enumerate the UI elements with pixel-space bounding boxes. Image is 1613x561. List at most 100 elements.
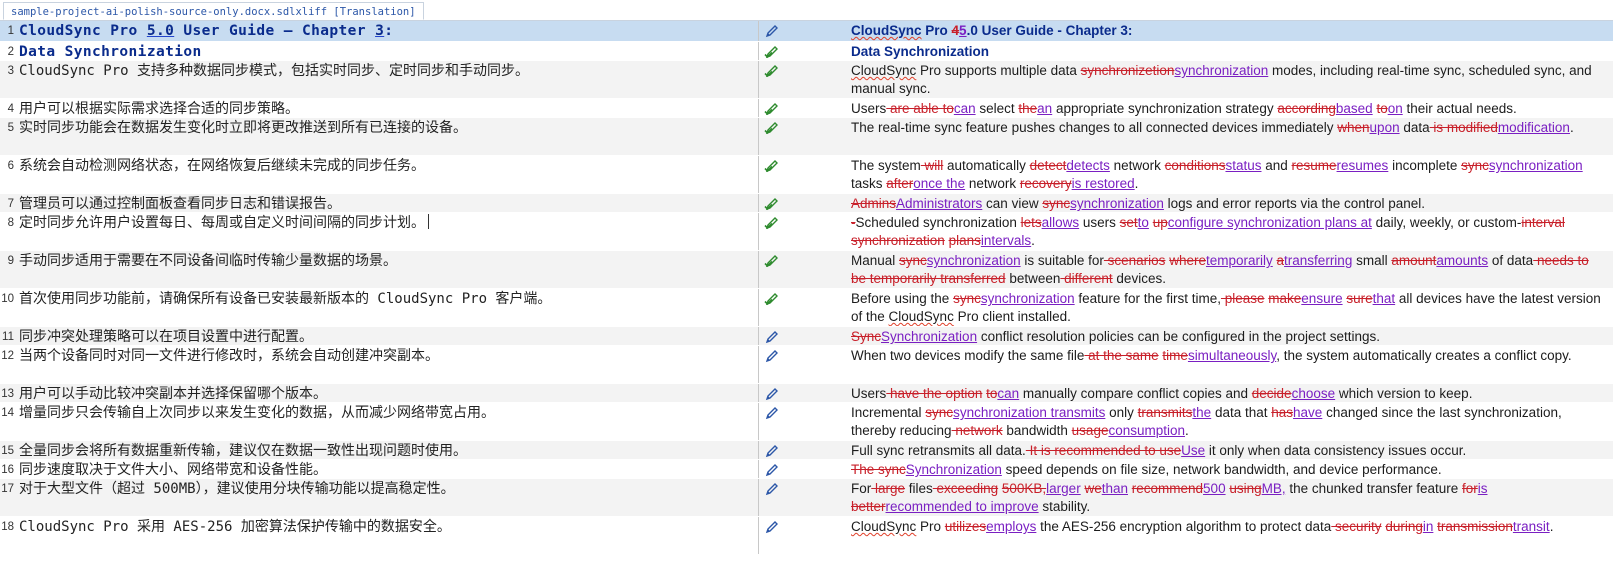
segment-status[interactable] <box>759 21 847 41</box>
target-cell[interactable]: Before using the syncsynchronization fea… <box>847 289 1613 326</box>
segment-row[interactable]: 3 CloudSync Pro 支持多种数据同步模式，包括实时同步、定时同步和手动… <box>0 61 1613 99</box>
tracked-insertion: choose <box>1291 386 1336 401</box>
target-text-run: data <box>1399 120 1430 135</box>
target-text-run: incomplete <box>1388 158 1462 173</box>
target-cell[interactable]: Data Synchronization <box>847 42 1613 60</box>
source-cell[interactable]: 全量同步会将所有数据重新传输，建议仅在数据一致性出现问题时使用。 <box>16 441 758 459</box>
tracked-deletion: 500KB, <box>1001 481 1047 496</box>
tracked-insertion: can <box>953 101 976 116</box>
segment-row[interactable]: 15 全量同步会将所有数据重新传输，建议仅在数据一致性出现问题时使用。 Full s… <box>0 441 1613 460</box>
tracked-deletion: during <box>1385 519 1423 534</box>
segment-status[interactable] <box>759 517 847 554</box>
target-cell[interactable]: CloudSync Pro 45.0 User Guide - Chapter … <box>847 21 1613 41</box>
target-cell[interactable]: Users have the option tocan manually com… <box>847 384 1613 402</box>
segment-row[interactable]: 13 用户可以手动比较冲突副本并选择保留哪个版本。 Users have the o… <box>0 384 1613 403</box>
segment-status[interactable] <box>759 61 847 98</box>
segment-row[interactable]: 10 首次使用同步功能前，请确保所有设备已安装最新版本的 CloudSync Pr… <box>0 289 1613 327</box>
segment-status[interactable] <box>759 42 847 60</box>
tracked-insertion: is <box>1477 481 1488 496</box>
segment-row[interactable]: 1 CloudSync Pro 5.0 User Guide – Chapter … <box>0 21 1613 42</box>
source-cell[interactable]: 同步速度取决于文件大小、网络带宽和设备性能。 <box>16 460 758 478</box>
source-cell[interactable]: 用户可以手动比较冲突副本并选择保留哪个版本。 <box>16 384 758 402</box>
segment-row[interactable]: 2 Data Synchronization Data Synchronizatio… <box>0 42 1613 61</box>
target-text-run: For <box>851 481 872 496</box>
target-cell[interactable]: AdminsAdministrators can view syncsynchr… <box>847 194 1613 212</box>
target-cell[interactable]: When two devices modify the same file at… <box>847 346 1613 383</box>
source-cell[interactable]: 首次使用同步功能前，请确保所有设备已安装最新版本的 CloudSync Pro … <box>16 289 758 326</box>
source-cell[interactable]: 当两个设备同时对同一文件进行修改时，系统会自动创建冲突副本。 <box>16 346 758 383</box>
document-tab[interactable]: sample-project-ai-polish-source-only.doc… <box>3 2 424 20</box>
tracked-deletion: security <box>1331 519 1382 534</box>
segment-status[interactable] <box>759 384 847 402</box>
source-cell[interactable]: 增量同步只会传输自上次同步以来发生变化的数据，从而减少网络带宽占用。 <box>16 403 758 440</box>
segment-status[interactable] <box>759 441 847 459</box>
segment-status[interactable] <box>759 460 847 478</box>
segment-status[interactable] <box>759 479 847 516</box>
target-cell[interactable]: CloudSync Pro supports multiple data syn… <box>847 61 1613 98</box>
segment-number: 10 <box>1 293 14 305</box>
spelling-flag: CloudSync <box>851 519 917 534</box>
target-cell[interactable]: The system will automatically detectdete… <box>847 156 1613 193</box>
segment-row[interactable]: 6 系统会自动检测网络状态，在网络恢复后继续未完成的同步任务。 The system… <box>0 156 1613 194</box>
segment-row[interactable]: 17 对于大型文件（超过 500MB），建议使用分块传输功能以提高稳定性。 For … <box>0 479 1613 517</box>
target-cell[interactable]: For large files exceeding 500KB,larger w… <box>847 479 1613 516</box>
segment-row[interactable]: 12 当两个设备同时对同一文件进行修改时，系统会自动创建冲突副本。 When two… <box>0 346 1613 384</box>
target-text-run: which version to keep. <box>1335 386 1473 401</box>
segment-row[interactable]: 11 同步冲突处理策略可以在项目设置中进行配置。 SyncSynchronizati… <box>0 327 1613 346</box>
segment-row[interactable]: 18 CloudSync Pro 采用 AES-256 加密算法保护传输中的数据安… <box>0 517 1613 555</box>
source-cell[interactable]: CloudSync Pro 支持多种数据同步模式，包括实时同步、定时同步和手动同… <box>16 61 758 98</box>
source-cell[interactable]: 系统会自动检测网络状态，在网络恢复后继续未完成的同步任务。 <box>16 156 758 193</box>
target-cell[interactable]: SyncSynchronization conflict resolution … <box>847 327 1613 345</box>
tracked-deletion: the <box>1018 101 1038 116</box>
tracked-deletion: different <box>1060 271 1113 286</box>
source-cell[interactable]: 管理员可以通过控制面板查看同步日志和错误报告。 <box>16 194 758 212</box>
tracked-deletion: large <box>871 481 906 496</box>
segment-row[interactable]: 9 手动同步适用于需要在不同设备间临时传输少量数据的场景。 Manual syncs… <box>0 251 1613 289</box>
segment-row[interactable]: 5 实时同步功能会在数据发生变化时立即将更改推送到所有已连接的设备。 The rea… <box>0 118 1613 156</box>
tracked-deletion: better <box>851 499 886 514</box>
source-cell[interactable]: 实时同步功能会在数据发生变化时立即将更改推送到所有已连接的设备。 <box>16 118 758 155</box>
segment-status[interactable] <box>759 289 847 326</box>
segment-row[interactable]: 16 同步速度取决于文件大小、网络带宽和设备性能。 The syncSynchron… <box>0 460 1613 479</box>
source-cell[interactable]: 同步冲突处理策略可以在项目设置中进行配置。 <box>16 327 758 345</box>
target-text-run: . <box>1549 519 1554 534</box>
source-text-run: 全量同步会将所有数据重新传输，建议仅在数据一致性出现问题时使用。 <box>19 443 467 459</box>
source-cell[interactable]: CloudSync Pro 5.0 User Guide – Chapter 3… <box>16 21 758 41</box>
tracked-deletion: resume <box>1291 158 1337 173</box>
segment-status[interactable] <box>759 346 847 383</box>
segment-status[interactable] <box>759 156 847 193</box>
target-text-run: network <box>1109 158 1165 173</box>
target-text-run: bandwidth <box>1002 423 1072 438</box>
target-cell[interactable]: Users are able tocan select thean approp… <box>847 99 1613 117</box>
source-cell[interactable]: Data Synchronization <box>16 42 758 60</box>
segment-status[interactable] <box>759 327 847 345</box>
segment-row[interactable]: 14 增量同步只会传输自上次同步以来发生变化的数据，从而减少网络带宽占用。 Incr… <box>0 403 1613 441</box>
segment-status[interactable] <box>759 403 847 440</box>
target-text-run: the chunked transfer feature <box>1285 481 1462 496</box>
source-cell[interactable]: 定时同步允许用户设置每日、每周或自定义时间间隔的同步计划。 <box>16 213 758 250</box>
segment-status[interactable] <box>759 251 847 288</box>
target-cell[interactable]: -Scheduled synchronization letsallows us… <box>847 213 1613 250</box>
target-cell[interactable]: Manual syncsynchronization is suitable f… <box>847 251 1613 288</box>
source-cell[interactable]: 用户可以根据实际需求选择合适的同步策略。 <box>16 99 758 117</box>
tracked-insertion: that <box>1372 291 1396 306</box>
target-cell[interactable]: Full sync retransmits all data. It is re… <box>847 441 1613 459</box>
tracked-insertion: Synchronization <box>881 329 978 344</box>
source-text-run: 用户可以根据实际需求选择合适的同步策略。 <box>19 101 299 117</box>
target-text-run: and <box>1261 158 1292 173</box>
segment-row[interactable]: 4 用户可以根据实际需求选择合适的同步策略。 Users are able toca… <box>0 99 1613 118</box>
segment-status[interactable] <box>759 99 847 117</box>
segment-row[interactable]: 7 管理员可以通过控制面板查看同步日志和错误报告。 AdminsAdministra… <box>0 194 1613 213</box>
target-cell[interactable]: The syncSynchronization speed depends on… <box>847 460 1613 478</box>
segment-status[interactable] <box>759 194 847 212</box>
target-cell[interactable]: The real-time sync feature pushes change… <box>847 118 1613 155</box>
source-cell[interactable]: CloudSync Pro 采用 AES-256 加密算法保护传输中的数据安全。 <box>16 517 758 554</box>
source-cell[interactable]: 手动同步适用于需要在不同设备间临时传输少量数据的场景。 <box>16 251 758 288</box>
target-text-run: When two devices modify the same file <box>851 348 1085 363</box>
target-cell[interactable]: CloudSync Pro utilizesemploys the AES-25… <box>847 517 1613 554</box>
segment-row[interactable]: 8 定时同步允许用户设置每日、每周或自定义时间间隔的同步计划。 -Scheduled… <box>0 213 1613 251</box>
source-cell[interactable]: 对于大型文件（超过 500MB），建议使用分块传输功能以提高稳定性。 <box>16 479 758 516</box>
segment-status[interactable] <box>759 118 847 155</box>
segment-status[interactable] <box>759 213 847 250</box>
target-cell[interactable]: Incremental syncsynchronization transmit… <box>847 403 1613 440</box>
